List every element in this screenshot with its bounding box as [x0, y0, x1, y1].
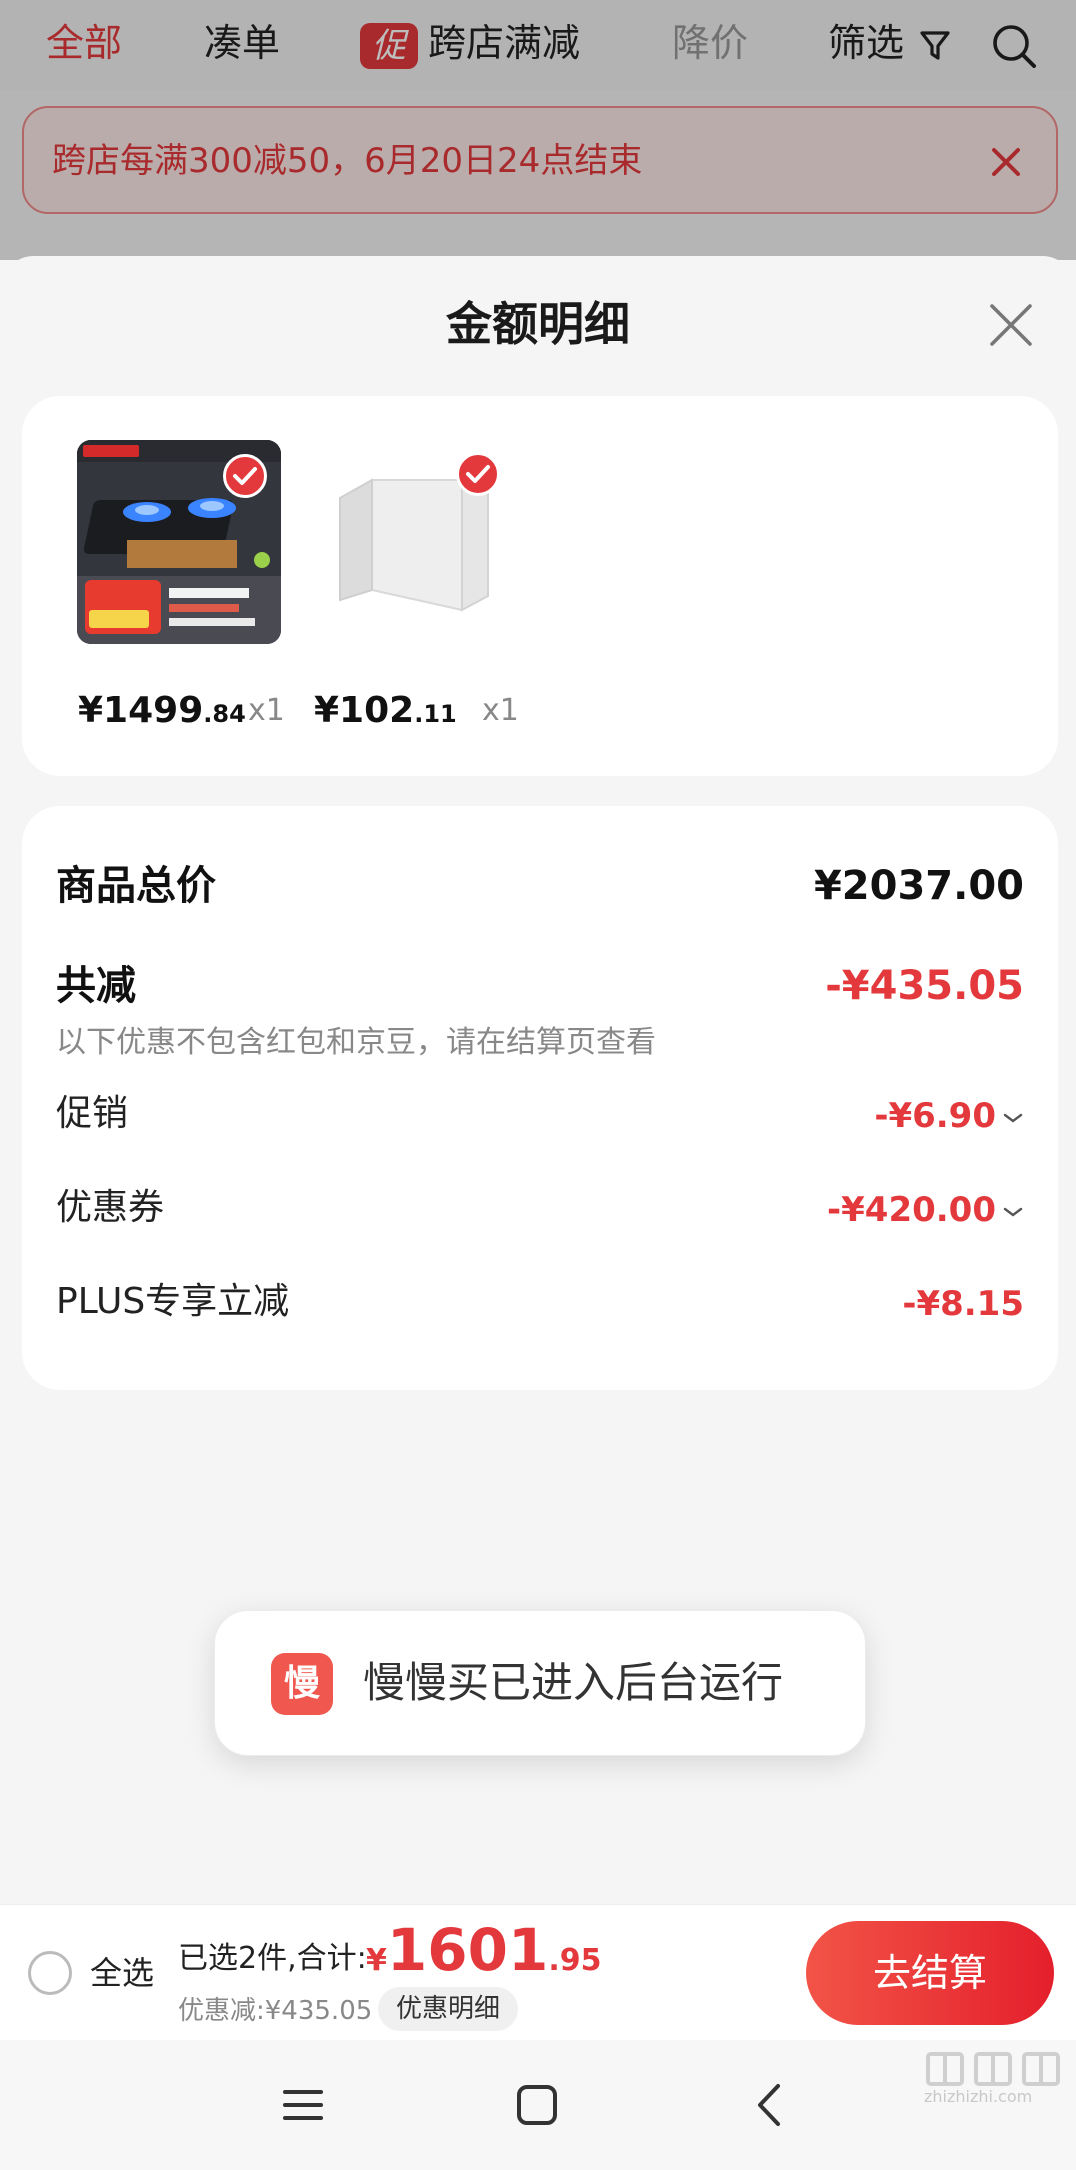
total-currency: ¥: [366, 1943, 387, 1978]
checkout-button[interactable]: 去结算: [806, 1921, 1054, 2025]
tab-cross-store-discount[interactable]: 促跨店满减: [360, 18, 580, 69]
plus-discount-label: PLUS专享立减: [56, 1281, 290, 1322]
tab-cross-store-label: 跨店满减: [428, 21, 581, 65]
product-price: ¥1499.84: [78, 686, 246, 739]
checkout-bar: 全选 已选2件,合计: ¥1601.95 优惠减:¥435.05 优惠明细 去结…: [0, 1904, 1076, 2040]
filter-tab-bar: 全部 凑单 促跨店满减 降价 筛选: [0, 0, 1076, 90]
home-icon[interactable]: [512, 2080, 562, 2130]
selected-check-icon: [456, 452, 500, 496]
coupon-value: -¥420.00: [827, 1190, 996, 1230]
watermark-text: zhizhizhi.com: [924, 2087, 1033, 2106]
close-icon[interactable]: [986, 300, 1036, 350]
back-icon[interactable]: [746, 2080, 796, 2130]
tab-price-drop[interactable]: 降价: [672, 18, 748, 68]
price-summary-card: 商品总价 ¥2037.00 共减 -¥435.05 以下优惠不包含红包和京豆，请…: [22, 806, 1058, 1390]
coupon-value-row[interactable]: -¥420.00: [827, 1182, 1024, 1238]
cross-store-promo-banner: 跨店每满300减50，6月20日24点结束: [22, 106, 1058, 214]
product-price-decimal: .84: [203, 700, 246, 728]
select-all-radio[interactable]: [28, 1951, 72, 1995]
select-all-label[interactable]: 全选: [90, 1949, 154, 1997]
promo-tag: 促: [360, 22, 418, 69]
promotion-value: -¥6.90: [874, 1096, 996, 1136]
total-reduction-label: 共减: [56, 963, 136, 1009]
app-logo-icon: 慢: [271, 1653, 333, 1715]
total-reduction-value: -¥435.05: [825, 963, 1024, 1009]
system-navigation-bar: [0, 2040, 1076, 2170]
sheet-title: 金额明细: [446, 297, 630, 351]
total-price-value: ¥2037.00: [813, 863, 1024, 909]
product-image-gas-stove[interactable]: [77, 440, 281, 644]
chevron-down-icon: [1003, 1113, 1023, 1122]
chevron-down-icon: [1003, 1207, 1023, 1216]
filter-icon[interactable]: [918, 28, 952, 62]
selected-check-icon: [223, 454, 267, 498]
product-price-integer: ¥102: [314, 690, 415, 731]
total-decimal: .95: [548, 1943, 602, 1978]
coupon-label: 优惠券: [56, 1187, 165, 1228]
tab-filter[interactable]: 筛选: [828, 18, 904, 68]
product-price: ¥102.11: [314, 686, 457, 739]
discount-amount-text: 优惠减:¥435.05: [178, 1996, 373, 2026]
product-price-integer: ¥1499: [78, 690, 204, 731]
close-icon[interactable]: [986, 142, 1026, 182]
promo-banner-text: 跨店每满300减50，6月20日24点结束: [52, 141, 643, 181]
menu-icon[interactable]: [278, 2080, 328, 2130]
promotion-value-row[interactable]: -¥6.90: [874, 1088, 1024, 1144]
selected-count-text: 已选2件,合计:: [178, 1941, 367, 1976]
total-price-label: 商品总价: [56, 863, 216, 909]
selected-products-card: ¥1499.84 x1 ¥102.11 x1: [22, 396, 1058, 776]
search-icon[interactable]: [990, 22, 1038, 70]
product-image-cabinet-panel[interactable]: [312, 440, 516, 644]
product-quantity: x1: [248, 693, 285, 728]
tab-all[interactable]: 全部: [46, 18, 122, 68]
discount-hint: 以下优惠不包含红包和京豆，请在结算页查看: [56, 1025, 656, 1060]
discount-detail-button[interactable]: 优惠明细: [378, 1987, 519, 2031]
product-quantity: x1: [482, 693, 519, 728]
watermark-logo: [926, 2052, 1060, 2086]
promotion-label: 促销: [56, 1093, 129, 1134]
tab-bundle[interactable]: 凑单: [204, 18, 280, 68]
toast-message: 慢慢买已进入后台运行: [363, 1658, 784, 1707]
background-running-toast: 慢 慢慢买已进入后台运行: [214, 1610, 866, 1756]
product-price-decimal: .11: [414, 700, 457, 728]
total-integer: 1601: [386, 1916, 549, 1984]
plus-discount-value: -¥8.15: [902, 1284, 1024, 1324]
